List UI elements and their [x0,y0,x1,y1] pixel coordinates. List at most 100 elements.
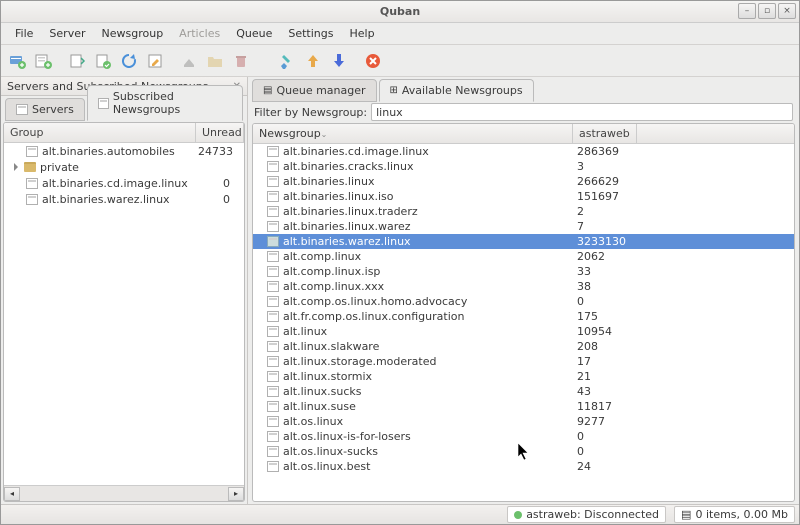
menu-queue[interactable]: Queue [228,24,280,43]
tab-servers[interactable]: Servers [5,98,85,121]
collapse-icon[interactable] [14,163,18,171]
th-newsgroup[interactable]: Newsgroup⌄ [253,124,573,143]
groups-icon: ⊞ [390,85,398,96]
download-button[interactable] [327,49,351,73]
news-icon [26,194,38,205]
table-row[interactable]: alt.binaries.warez.linux3233130 [253,234,794,249]
add-group-button[interactable] [31,49,55,73]
menu-file[interactable]: File [7,24,41,43]
th-group[interactable]: Group [4,123,196,142]
table-body[interactable]: alt.binaries.cd.image.linux286369alt.bin… [253,144,794,501]
table-row[interactable]: alt.binaries.linux.warez7 [253,219,794,234]
news-icon [267,191,279,202]
table-row[interactable]: alt.os.linux-is-for-losers0 [253,429,794,444]
window-buttons: – ▫ × [736,3,796,19]
news-icon [267,401,279,412]
th-server-count[interactable]: astraweb [573,124,637,143]
open-folder-button[interactable] [203,49,227,73]
tab-subscribed-newsgroups[interactable]: Subscribed Newsgroups [87,85,243,121]
server-icon [16,104,28,115]
table-row[interactable]: alt.os.linux-sucks0 [253,444,794,459]
statusbar: astraweb: Disconnected ▤ 0 items, 0.00 M… [1,504,799,524]
queue-icon: ▤ [681,508,691,521]
download-headers-button[interactable] [65,49,89,73]
table-row[interactable]: alt.linux.slakware208 [253,339,794,354]
news-icon [267,206,279,217]
folder-icon [24,162,36,172]
filter-input[interactable] [371,103,793,121]
scroll-left-button[interactable]: ◂ [4,487,20,501]
menu-articles: Articles [171,24,228,43]
filter-row: Filter by Newsgroup: [248,101,799,123]
refresh-button[interactable] [117,49,141,73]
save-button[interactable] [177,49,201,73]
table-header: Newsgroup⌄ astraweb [253,124,794,144]
news-icon [267,371,279,382]
news-icon [267,161,279,172]
news-icon [26,146,38,157]
table-row[interactable]: alt.binaries.cracks.linux3 [253,159,794,174]
content-area: Servers and Subscribed Newsgroups ✕ Serv… [1,77,799,504]
news-icon [267,251,279,262]
left-tabbar: ServersSubscribed Newsgroups [1,96,247,120]
menu-help[interactable]: Help [341,24,382,43]
tab-queue-manager[interactable]: ▤Queue manager [252,79,377,102]
news-icon [267,236,279,247]
table-row[interactable]: alt.binaries.linux266629 [253,174,794,189]
news-icon [267,446,279,457]
menubar: FileServerNewsgroupArticlesQueueSettings… [1,23,799,45]
table-row[interactable]: alt.linux.storage.moderated17 [253,354,794,369]
table-row[interactable]: alt.comp.linux.xxx38 [253,279,794,294]
tree-row[interactable]: alt.binaries.automobiles24733 [4,143,244,159]
menu-newsgroup[interactable]: Newsgroup [94,24,172,43]
maximize-button[interactable]: ▫ [758,3,776,19]
news-icon [267,176,279,187]
news-icon [267,311,279,322]
table-row[interactable]: alt.linux.sucks43 [253,384,794,399]
news-icon [267,296,279,307]
status-dot-icon [514,511,522,519]
clean-button[interactable] [275,49,299,73]
tree-header: Group Unread [4,123,244,143]
add-server-button[interactable] [5,49,29,73]
left-panel: Servers and Subscribed Newsgroups ✕ Serv… [1,77,248,504]
horizontal-scrollbar[interactable]: ◂ ▸ [4,485,244,501]
table-row[interactable]: alt.linux.stormix21 [253,369,794,384]
stop-button[interactable] [361,49,385,73]
menu-settings[interactable]: Settings [280,24,341,43]
titlebar: Quban – ▫ × [1,1,799,23]
tab-available-newsgroups[interactable]: ⊞Available Newsgroups [379,79,534,102]
news-icon [26,178,38,189]
table-row[interactable]: alt.linux10954 [253,324,794,339]
subscribed-tree: Group Unread alt.binaries.automobiles247… [3,122,245,502]
news-icon [267,431,279,442]
table-row[interactable]: alt.binaries.linux.iso151697 [253,189,794,204]
edit-button[interactable] [143,49,167,73]
right-panel: ▤Queue manager⊞Available Newsgroups Filt… [248,77,799,504]
table-row[interactable]: alt.comp.linux2062 [253,249,794,264]
table-row[interactable]: alt.os.linux9277 [253,414,794,429]
table-row[interactable]: alt.fr.comp.os.linux.configuration175 [253,309,794,324]
tree-body[interactable]: alt.binaries.automobiles24733privatealt.… [4,143,244,485]
tree-row[interactable]: private [4,159,244,175]
news-icon [267,461,279,472]
news-icon [267,281,279,292]
scroll-right-button[interactable]: ▸ [228,487,244,501]
menu-server[interactable]: Server [41,24,93,43]
news-icon [98,98,109,109]
delete-button[interactable] [229,49,253,73]
upload-button[interactable] [301,49,325,73]
window-title: Quban [380,5,420,18]
close-button[interactable]: × [778,3,796,19]
table-row[interactable]: alt.binaries.linux.traderz2 [253,204,794,219]
table-row[interactable]: alt.binaries.cd.image.linux286369 [253,144,794,159]
minimize-button[interactable]: – [738,3,756,19]
download-selected-button[interactable] [91,49,115,73]
th-unread[interactable]: Unread [196,123,244,142]
table-row[interactable]: alt.comp.linux.isp33 [253,264,794,279]
tree-row[interactable]: alt.binaries.cd.image.linux0 [4,175,244,191]
table-row[interactable]: alt.os.linux.best24 [253,459,794,474]
tree-row[interactable]: alt.binaries.warez.linux0 [4,191,244,207]
table-row[interactable]: alt.comp.os.linux.homo.advocacy0 [253,294,794,309]
table-row[interactable]: alt.linux.suse11817 [253,399,794,414]
